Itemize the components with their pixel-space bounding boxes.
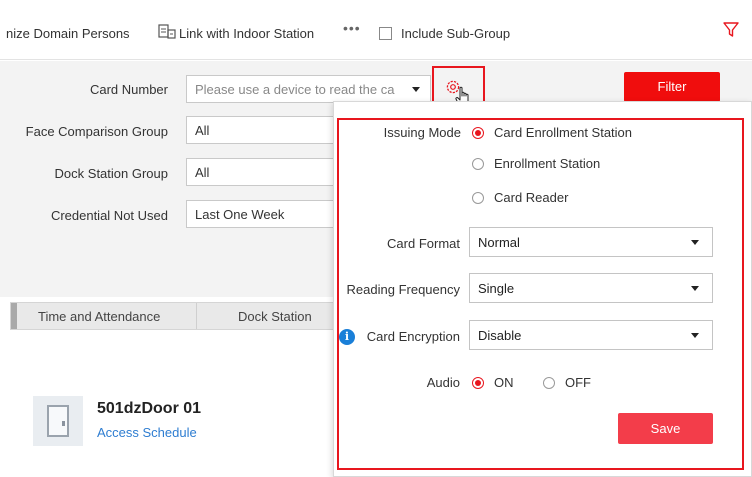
save-button[interactable]: Save xyxy=(618,413,713,444)
card-encryption-value: Disable xyxy=(478,328,522,343)
credential-not-used-value: Last One Week xyxy=(195,207,285,222)
chevron-down-icon[interactable] xyxy=(691,286,699,291)
card-number-placeholder: Please use a device to read the ca xyxy=(195,82,395,97)
radio-card-reader[interactable] xyxy=(472,192,484,204)
door-panel xyxy=(47,405,69,437)
card-number-label: Card Number xyxy=(89,82,168,97)
enrollment-station-label: Enrollment Station xyxy=(494,156,601,171)
door-knob xyxy=(62,421,65,426)
reading-frequency-select[interactable]: Single xyxy=(469,273,713,303)
link-indoor-station-icon[interactable] xyxy=(158,24,178,43)
issuing-mode-label: Issuing Mode xyxy=(383,125,461,140)
audio-off-label: OFF xyxy=(565,375,591,390)
tab-dock-station[interactable]: Dock Station xyxy=(238,309,312,324)
card-encryption-label: Card Encryption xyxy=(366,329,460,344)
include-subgroup-label: Include Sub-Group xyxy=(401,26,511,41)
audio-on-label: ON xyxy=(494,375,514,390)
dock-station-group-value: All xyxy=(195,165,210,180)
chevron-down-icon[interactable] xyxy=(412,87,420,92)
radio-enrollment-station[interactable] xyxy=(472,158,484,170)
credential-not-used-select[interactable]: Last One Week xyxy=(186,200,346,228)
credential-not-used-label: Credential Not Used xyxy=(50,208,168,223)
radio-audio-on[interactable] xyxy=(472,377,484,389)
filter-button[interactable]: Filter xyxy=(624,72,720,102)
include-subgroup-checkbox[interactable] xyxy=(379,27,392,40)
card-number-input[interactable]: Please use a device to read the ca xyxy=(186,75,431,103)
reading-frequency-value: Single xyxy=(478,281,515,296)
face-comparison-group-select[interactable]: All xyxy=(186,116,346,144)
more-icon[interactable]: ••• xyxy=(343,20,361,36)
card-encryption-select[interactable]: Disable xyxy=(469,320,713,350)
card-format-select[interactable]: Normal xyxy=(469,227,713,257)
dock-station-group-select[interactable]: All xyxy=(186,158,346,186)
tab-time-and-attendance[interactable]: Time and Attendance xyxy=(38,309,160,324)
audio-label: Audio xyxy=(426,375,460,390)
link-with-indoor-station-button[interactable]: Link with Indoor Station xyxy=(179,26,314,41)
card-format-label: Card Format xyxy=(387,236,460,251)
radio-audio-off[interactable] xyxy=(543,377,555,389)
sync-domain-persons-button[interactable]: nize Domain Persons xyxy=(6,26,130,41)
tab-bar-handle xyxy=(11,303,17,329)
chevron-down-icon[interactable] xyxy=(691,333,699,338)
dock-station-group-label: Dock Station Group xyxy=(54,166,168,181)
card-format-value: Normal xyxy=(478,235,520,250)
card-reader-label: Card Reader xyxy=(494,190,569,205)
chevron-down-icon[interactable] xyxy=(691,240,699,245)
tab-divider xyxy=(196,303,197,329)
face-comparison-group-value: All xyxy=(195,123,210,138)
card-enrollment-station-label: Card Enrollment Station xyxy=(494,125,633,140)
radio-card-enrollment-station[interactable] xyxy=(472,127,484,139)
door-name: 501dzDoor 01 xyxy=(97,400,202,417)
tab-bar: Time and Attendance Dock Station xyxy=(10,302,340,330)
toolbar: nize Domain Persons Link with Indoor Sta… xyxy=(0,0,752,60)
door-icon xyxy=(33,396,83,446)
filter-funnel-icon[interactable] xyxy=(723,22,739,41)
reading-frequency-label: Reading Frequency xyxy=(346,282,460,297)
face-comparison-group-label: Face Comparison Group xyxy=(25,124,168,139)
access-schedule-link[interactable]: Access Schedule xyxy=(97,425,197,440)
